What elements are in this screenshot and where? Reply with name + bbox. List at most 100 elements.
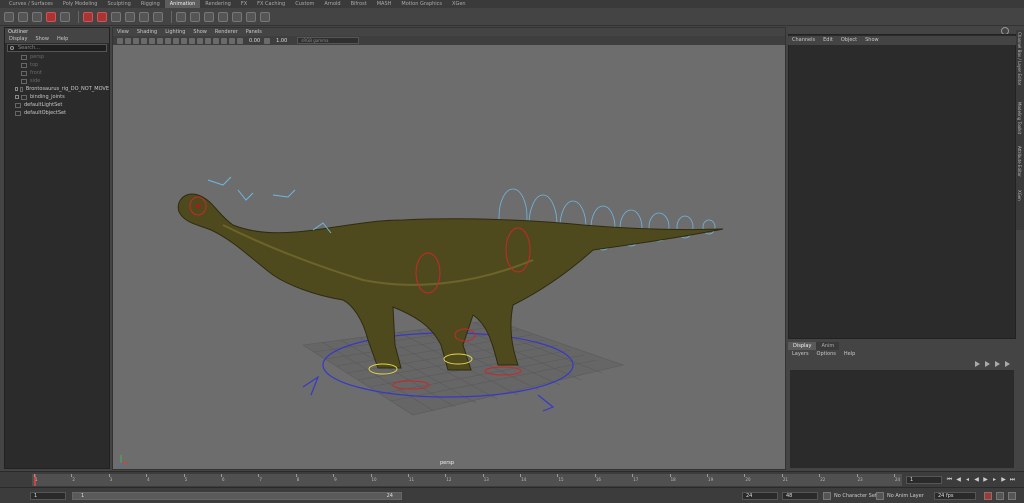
gamma-value[interactable]: 1.00 xyxy=(276,38,287,44)
viewport-panel[interactable]: View Shading Lighting Show Renderer Pane… xyxy=(112,27,786,470)
xray-joints-icon[interactable] xyxy=(229,37,235,44)
step-back-key-icon[interactable]: ◀ xyxy=(955,476,962,483)
outliner-item[interactable]: defaultObjectSet xyxy=(5,109,109,117)
cb-menu-object[interactable]: Object xyxy=(837,36,861,45)
lp-menu-help[interactable]: Help xyxy=(840,350,859,358)
smooth-shade-icon[interactable] xyxy=(157,37,163,44)
outliner-search-input[interactable]: Search... xyxy=(7,44,107,52)
exposure-icon[interactable] xyxy=(237,37,243,44)
shelf-tab-poly-modeling[interactable]: Poly Modeling xyxy=(58,0,103,8)
lights-icon[interactable] xyxy=(173,37,179,44)
outliner-item[interactable]: side xyxy=(5,77,109,85)
shelf-tab-arnold[interactable]: Arnold xyxy=(319,0,345,8)
go-to-start-icon[interactable]: ⏮ xyxy=(946,476,953,483)
fps-dropdown[interactable]: 24 fps xyxy=(934,492,976,500)
shelf-tab-animation[interactable]: Animation xyxy=(164,0,201,8)
shelf-tool-icon[interactable] xyxy=(153,11,163,22)
shelf-tool-icon[interactable] xyxy=(32,11,42,22)
motion-blur-icon[interactable] xyxy=(197,37,203,44)
shelf-tool-icon[interactable] xyxy=(46,11,56,22)
shelf-tool-icon[interactable] xyxy=(139,11,149,22)
vp-menu-renderer[interactable]: Renderer xyxy=(211,28,242,36)
shelf-tool-icon[interactable] xyxy=(232,11,242,22)
vp-menu-lighting[interactable]: Lighting xyxy=(161,28,189,36)
play-forward-icon[interactable]: ▶ xyxy=(982,476,989,483)
current-frame-field[interactable]: 1 xyxy=(906,476,942,484)
grid-icon[interactable] xyxy=(141,37,147,44)
shelf-tool-icon[interactable] xyxy=(60,11,70,22)
expand-icon[interactable] xyxy=(15,95,19,99)
shelf-tab-sculpting[interactable]: Sculpting xyxy=(102,0,135,8)
shelf-tool-icon[interactable] xyxy=(260,11,270,22)
anim-start-field[interactable]: 1 xyxy=(30,492,66,500)
preferences-icon[interactable] xyxy=(1008,492,1016,500)
exposure-value[interactable]: 0.00 xyxy=(249,38,260,44)
bookmark-icon[interactable] xyxy=(125,37,131,44)
textured-icon[interactable] xyxy=(165,37,171,44)
outliner-item[interactable]: persp xyxy=(5,53,109,61)
tab-anim[interactable]: Anim xyxy=(816,342,840,350)
move-layer-down-icon[interactable] xyxy=(985,361,990,367)
play-backward-icon[interactable]: ◀ xyxy=(973,476,980,483)
camera-attr-icon[interactable] xyxy=(117,37,123,44)
vp-menu-shading[interactable]: Shading xyxy=(133,28,161,36)
shelf-tab-fx[interactable]: FX xyxy=(236,0,252,8)
anim-layer-label[interactable]: No Anim Layer xyxy=(887,492,924,500)
playback-end-field[interactable]: 24 xyxy=(742,492,778,500)
shelf-tab-rendering[interactable]: Rendering xyxy=(200,0,236,8)
shelf-tool-icon[interactable] xyxy=(18,11,28,22)
shelf-tool-icon[interactable] xyxy=(176,11,186,22)
image-plane-icon[interactable] xyxy=(133,37,139,44)
tab-xgen[interactable]: XGen xyxy=(1017,190,1022,201)
cb-menu-show[interactable]: Show xyxy=(861,36,883,45)
tab-display[interactable]: Display xyxy=(788,342,817,350)
isolate-icon[interactable] xyxy=(213,37,219,44)
gamma-icon[interactable] xyxy=(264,37,271,44)
outliner-menu-help[interactable]: Help xyxy=(53,36,72,43)
go-to-end-icon[interactable]: ⏭ xyxy=(1009,476,1016,483)
shadows-icon[interactable] xyxy=(181,37,187,44)
shelf-tool-icon[interactable] xyxy=(83,11,93,22)
auto-key-icon[interactable] xyxy=(984,492,992,500)
outliner-item[interactable]: binding_joints xyxy=(5,93,109,101)
ao-icon[interactable] xyxy=(189,37,195,44)
new-layer-icon[interactable] xyxy=(995,361,1000,367)
vp-menu-show[interactable]: Show xyxy=(189,28,211,36)
outliner-menu-display[interactable]: Display xyxy=(5,36,31,43)
timeline-track[interactable]: 1 2 3 4 5 6 7 8 9 10 11 12 13 14 15 16 17 18 19 20 21 22 23 24 xyxy=(32,474,902,486)
anim-end-field[interactable]: 48 xyxy=(782,492,818,500)
cb-menu-channels[interactable]: Channels xyxy=(788,36,819,45)
lp-menu-options[interactable]: Options xyxy=(813,350,840,358)
outliner-item[interactable]: front xyxy=(5,69,109,77)
wireframe-icon[interactable] xyxy=(149,37,155,44)
tab-modeling-toolkit[interactable]: Modeling Toolkit xyxy=(1017,102,1022,134)
shelf-tab-motion-graphics[interactable]: Motion Graphics xyxy=(396,0,447,8)
time-slider[interactable]: 1 2 3 4 5 6 7 8 9 10 11 12 13 14 15 16 17 18 19 20 21 22 23 24 … xyxy=(0,471,1024,487)
shelf-tool-icon[interactable] xyxy=(204,11,214,22)
step-forward-key-icon[interactable]: ▶ xyxy=(1000,476,1007,483)
color-space-dropdown[interactable]: sRGB gamma xyxy=(297,37,360,44)
tab-attribute-editor[interactable]: Attribute Editor xyxy=(1017,146,1022,177)
vp-menu-panels[interactable]: Panels xyxy=(242,28,266,36)
shelf-tool-icon[interactable] xyxy=(190,11,200,22)
range-slider[interactable]: 1 24 xyxy=(72,492,402,500)
shelf-tab-fx-caching[interactable]: FX Caching xyxy=(252,0,290,8)
move-layer-up-icon[interactable] xyxy=(975,361,980,367)
outliner-item[interactable]: Brontosaurus_rig_DO_NOT_MOVE xyxy=(5,85,109,93)
loop-icon[interactable] xyxy=(996,492,1004,500)
outliner-menu-show[interactable]: Show xyxy=(31,36,53,43)
vp-menu-view[interactable]: View xyxy=(113,28,133,36)
character-set-label[interactable]: No Character Set xyxy=(834,492,877,500)
lp-menu-layers[interactable]: Layers xyxy=(788,350,813,358)
xray-icon[interactable] xyxy=(221,37,227,44)
shelf-tab-rigging[interactable]: Rigging xyxy=(136,0,165,8)
shelf-tab-curves-surfaces[interactable]: Curves / Surfaces xyxy=(4,0,58,8)
shelf-tool-icon[interactable] xyxy=(111,11,121,22)
cb-menu-edit[interactable]: Edit xyxy=(819,36,837,45)
outliner-item[interactable]: defaultLightSet xyxy=(5,101,109,109)
shelf-tab-mash[interactable]: MASH xyxy=(372,0,397,8)
shelf-tool-icon[interactable] xyxy=(97,11,107,22)
tab-channel-box[interactable]: Channel Box / Layer Editor xyxy=(1017,32,1022,85)
shelf-tab-custom[interactable]: Custom xyxy=(290,0,319,8)
shelf-tool-icon[interactable] xyxy=(218,11,228,22)
